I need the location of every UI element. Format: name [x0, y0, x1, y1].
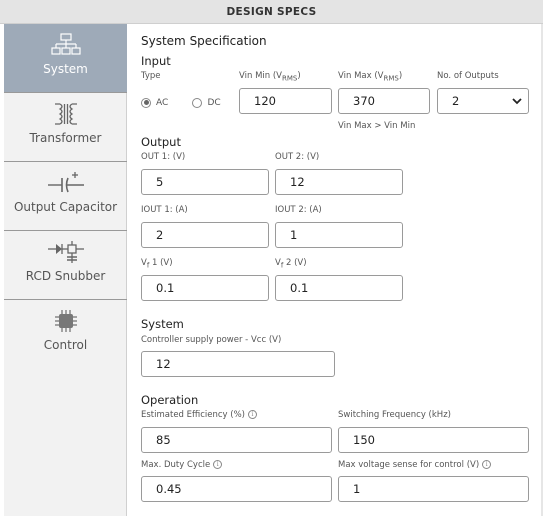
vf1-field[interactable]: 0.1 [141, 275, 269, 301]
system-heading: System [141, 317, 184, 331]
input-heading: Input [141, 54, 171, 68]
vin-hint: Vin Max > Vin Min [338, 121, 416, 131]
sidebar-nav: System Transformer Output Capacitor RCD … [4, 24, 127, 516]
vin-max-label: Vin Max (VRMS) [338, 71, 403, 83]
type-label: Type [141, 71, 161, 81]
sidebar-item-label: System [43, 62, 88, 76]
outputs-count-value: 2 [452, 94, 460, 108]
sidebar-item-output-capacitor[interactable]: Output Capacitor [4, 162, 127, 231]
vf2-field[interactable]: 0.1 [275, 275, 403, 301]
outputs-count-label: No. of Outputs [437, 71, 499, 81]
sidebar-item-transformer[interactable]: Transformer [4, 93, 127, 162]
sidebar-item-rcd-snubber[interactable]: RCD Snubber [4, 231, 127, 300]
efficiency-field[interactable]: 85 [141, 427, 332, 453]
design-specs-panel: System Specification Input Type AC DC Vi… [127, 24, 543, 516]
ac-radio[interactable] [141, 97, 151, 108]
ac-radio-label: AC [156, 97, 169, 108]
operation-heading: Operation [141, 393, 199, 407]
chip-icon [53, 308, 79, 334]
duty-cycle-field[interactable]: 0.45 [141, 476, 332, 502]
sidebar-item-control[interactable]: Control [4, 300, 127, 369]
vin-min-label: Vin Min (VRMS) [239, 71, 301, 83]
duty-cycle-label: Max. Duty Cycle i [141, 460, 223, 470]
outputs-count-select[interactable]: 2 [437, 88, 529, 114]
transformer-icon [51, 101, 81, 127]
efficiency-label: Estimated Efficiency (%) i [141, 410, 257, 420]
vf2-label: Vf 2 (V) [275, 258, 307, 270]
sidebar-item-label: Control [43, 338, 88, 352]
sidebar-item-label: Output Capacitor [13, 200, 118, 214]
vin-min-field[interactable]: 120 [239, 88, 332, 114]
sidebar-item-label: Transformer [29, 131, 102, 145]
iout1-label: IOUT 1: (A) [141, 205, 188, 215]
info-icon[interactable]: i [248, 410, 257, 419]
info-icon[interactable]: i [213, 460, 223, 469]
sidebar-item-label: RCD Snubber [25, 269, 106, 283]
page-title: System Specification [141, 34, 267, 48]
dc-radio-label: DC [207, 97, 221, 108]
vf1-label: Vf 1 (V) [141, 258, 173, 270]
iout2-field[interactable]: 1 [275, 222, 403, 248]
out1-field[interactable]: 5 [141, 169, 269, 195]
output-heading: Output [141, 135, 181, 149]
voltage-sense-field[interactable]: 1 [338, 476, 529, 502]
system-icon [50, 32, 81, 58]
out2-field[interactable]: 12 [275, 169, 403, 195]
dc-radio[interactable] [192, 97, 203, 108]
out1-label: OUT 1: (V) [141, 152, 186, 162]
chevron-down-icon [512, 94, 522, 108]
switching-frequency-label: Switching Frequency (kHz) [338, 410, 451, 420]
voltage-sense-label: Max voltage sense for control (V) i [338, 460, 492, 470]
type-radio-group: AC DC [141, 92, 221, 111]
iout2-label: IOUT 2: (A) [275, 205, 322, 215]
info-icon[interactable]: i [482, 460, 492, 469]
iout1-field[interactable]: 2 [141, 222, 269, 248]
snubber-icon [46, 239, 86, 265]
out2-label: OUT 2: (V) [275, 152, 320, 162]
design-specs-header: DESIGN SPECS [0, 0, 543, 24]
sidebar-item-system[interactable]: System [4, 24, 127, 93]
vcc-label: Controller supply power - Vcc (V) [141, 335, 282, 345]
vin-max-field[interactable]: 370 [338, 88, 430, 114]
switching-frequency-field[interactable]: 150 [338, 427, 529, 453]
header-title: DESIGN SPECS [226, 5, 317, 18]
capacitor-icon [46, 170, 86, 196]
vcc-field[interactable]: 12 [141, 351, 335, 377]
